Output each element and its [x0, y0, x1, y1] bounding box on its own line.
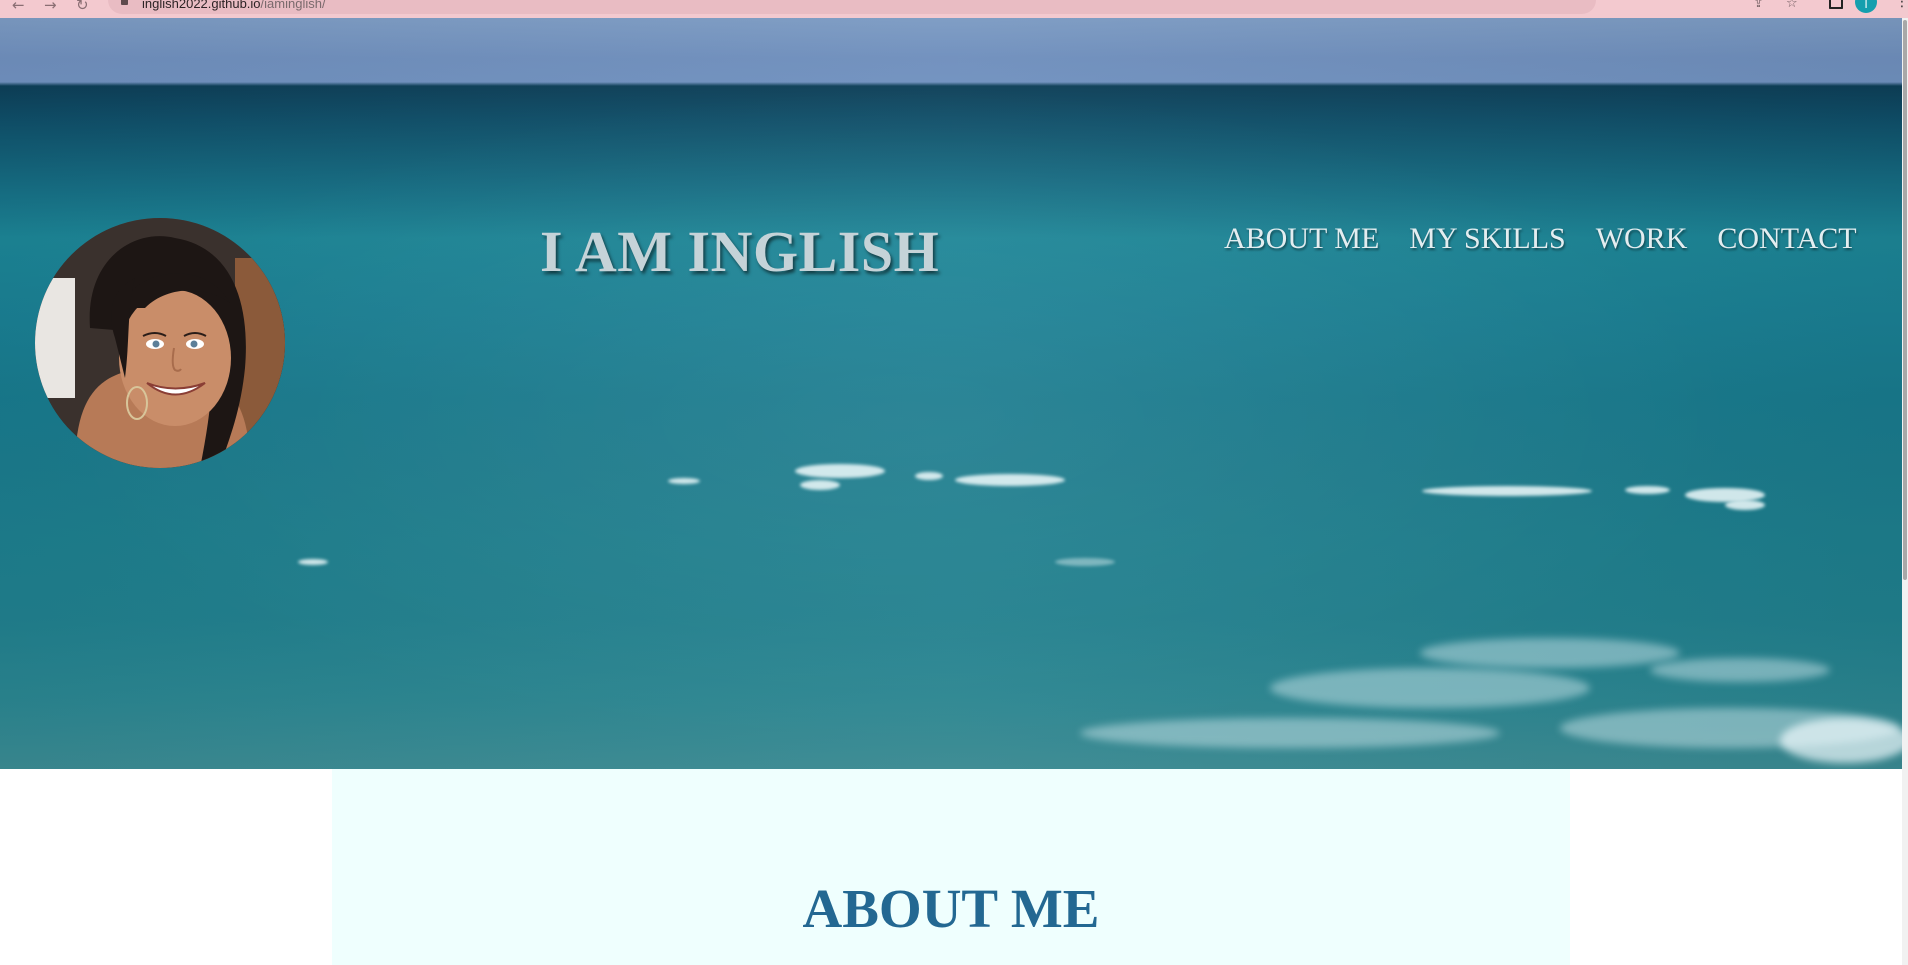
url-host: inglish2022.github.io — [142, 0, 261, 11]
hero-banner — [0, 18, 1902, 769]
profile-photo — [35, 218, 285, 468]
lock-icon[interactable] — [121, 0, 128, 5]
nav-my-skills[interactable]: MY SKILLS — [1409, 222, 1565, 256]
share-icon[interactable]: ⇪ — [1753, 0, 1764, 11]
forward-arrow-icon[interactable]: → — [44, 0, 57, 14]
wave-crest — [298, 559, 328, 565]
wave-crest — [800, 480, 840, 490]
wave-crest — [1055, 558, 1115, 566]
wave-crest — [915, 472, 943, 480]
wave-crest — [1625, 486, 1670, 494]
nav-about-me[interactable]: ABOUT ME — [1224, 222, 1379, 256]
shore-foam — [1420, 638, 1680, 668]
wave-crest — [668, 478, 700, 484]
scrollbar-thumb[interactable] — [1903, 20, 1907, 580]
shore-foam — [1650, 658, 1830, 682]
kebab-menu-icon[interactable]: ⋮ — [1895, 0, 1908, 10]
reload-icon[interactable]: ↻ — [76, 0, 89, 14]
shore-foam — [1270, 668, 1590, 708]
wave-crest — [1422, 486, 1592, 496]
shore-foam — [1080, 718, 1500, 748]
site-title: I AM INGLISH — [540, 219, 940, 284]
url-text[interactable]: inglish2022.github.io/iaminglish/ — [142, 0, 326, 11]
browser-toolbar: ← → ↻ inglish2022.github.io/iaminglish/ … — [0, 0, 1908, 18]
about-section: ABOUT ME — [332, 769, 1570, 965]
portrait-illustration — [35, 218, 285, 468]
nav-contact[interactable]: CONTACT — [1717, 222, 1856, 256]
profile-avatar[interactable]: I — [1855, 0, 1877, 13]
shore-foam — [1780, 718, 1902, 763]
about-heading: ABOUT ME — [802, 878, 1100, 939]
wave-crest — [955, 474, 1065, 486]
main-nav: ABOUT ME MY SKILLS WORK CONTACT — [1224, 222, 1857, 256]
star-icon[interactable]: ☆ — [1786, 0, 1798, 11]
wave-crest — [795, 464, 885, 478]
back-arrow-icon[interactable]: ← — [12, 0, 25, 14]
wave-crest — [1725, 500, 1765, 510]
url-path: /iaminglish/ — [260, 0, 326, 11]
nav-work[interactable]: WORK — [1596, 222, 1688, 256]
address-bar[interactable] — [108, 0, 1596, 14]
puzzle-icon[interactable] — [1829, 0, 1843, 9]
